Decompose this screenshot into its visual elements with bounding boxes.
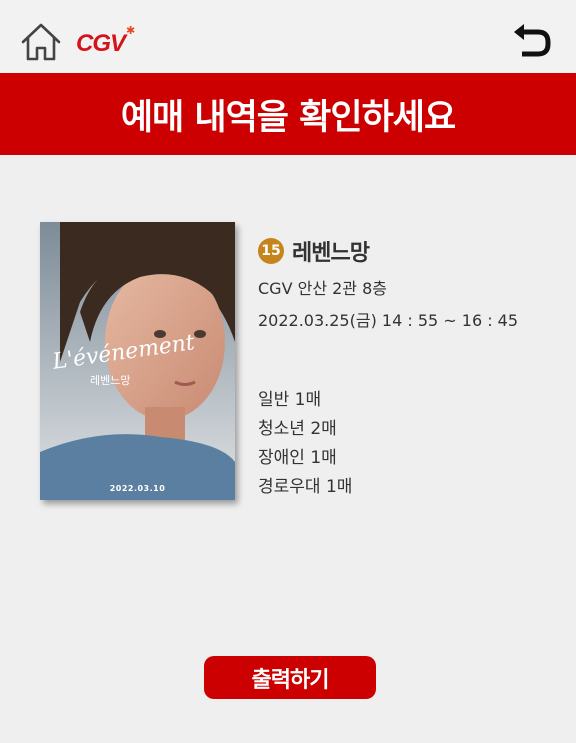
ticket-item-senior: 경로우대 1매 [258, 477, 353, 497]
ticket-item-general: 일반 1매 [258, 390, 322, 410]
top-bar: CGV ✱ [0, 0, 576, 73]
showtime-info: 2022.03.25(금) 14 : 55 ~ 16 : 45 [258, 311, 519, 330]
ticket-item-disabled: 장애인 1매 [258, 448, 337, 468]
booking-info: 15 레벤느망 CGV 안산 2관 8층 2022.03.25(금) 14 : … [258, 235, 518, 331]
age-rating-badge: 15 [258, 238, 284, 264]
ticket-list: 일반 1매 청소년 2매 장애인 1매 경로우대 1매 [258, 386, 352, 502]
poster-title-korean: 레벤느망 [90, 374, 131, 387]
poster-release-date: 2022.03.10 [109, 484, 166, 493]
ticket-item-youth: 청소년 2매 [258, 419, 337, 439]
theater-info: CGV 안산 2관 8층 [258, 279, 388, 298]
home-icon[interactable] [20, 22, 62, 62]
cgv-logo: CGV [76, 30, 126, 57]
movie-title: 레벤느망 [292, 241, 370, 266]
movie-poster: L'événement 레벤느망 2022.03.10 [40, 222, 235, 500]
page-title-banner: 예매 내역을 확인하세요 [0, 73, 576, 155]
back-arrow-icon[interactable] [510, 20, 552, 58]
page-title: 예매 내역을 확인하세요 [120, 97, 456, 138]
print-button[interactable]: 출력하기 [204, 656, 376, 699]
logo-star-icon: ✱ [126, 24, 136, 37]
movie-title-row: 15 레벤느망 [258, 235, 518, 267]
